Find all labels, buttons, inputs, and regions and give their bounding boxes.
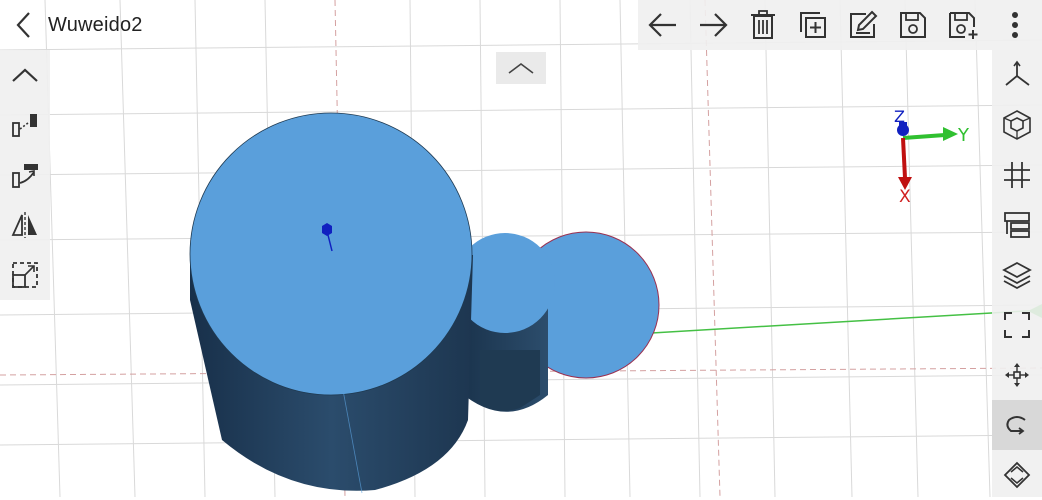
arrow-right-icon [700, 13, 728, 37]
redo-button[interactable] [688, 0, 738, 50]
mirror-button[interactable] [0, 200, 50, 250]
right-toolbar [992, 50, 1042, 497]
edit-button[interactable] [838, 0, 888, 50]
save-as-icon [949, 12, 978, 39]
gizmo-x-label: X [899, 187, 911, 207]
zoom-icon [1003, 461, 1031, 489]
fit-view-button[interactable] [992, 300, 1042, 350]
save-as-button[interactable] [938, 0, 988, 50]
grid-button[interactable] [992, 150, 1042, 200]
gizmo-z-label: Z [894, 107, 905, 126]
chevron-up-icon [12, 68, 38, 82]
scale-icon [12, 262, 38, 288]
copy-add-icon [800, 12, 826, 38]
chevron-left-icon [16, 12, 30, 38]
save-button[interactable] [888, 0, 938, 50]
delete-button[interactable] [738, 0, 788, 50]
zoom-button[interactable] [992, 450, 1042, 500]
view-cube-button[interactable] [992, 100, 1042, 150]
edit-icon [850, 10, 878, 38]
scale-button[interactable] [0, 250, 50, 300]
rotate-button[interactable] [992, 400, 1042, 450]
panel-icon [1004, 212, 1030, 238]
layers-button[interactable] [992, 250, 1042, 300]
sweep-icon [12, 164, 38, 188]
header: Wuweido2 [0, 0, 400, 50]
duplicate-button[interactable] [788, 0, 838, 50]
extrude-button[interactable] [0, 100, 50, 150]
cylinder-large[interactable] [189, 112, 473, 494]
layers-icon [1002, 261, 1032, 290]
collapse-panel-button[interactable] [496, 52, 546, 84]
extrude-icon [12, 114, 37, 137]
arrow-left-icon [648, 13, 676, 37]
document-title: Wuweido2 [48, 13, 143, 36]
more-button[interactable] [988, 0, 1042, 50]
sweep-button[interactable] [0, 150, 50, 200]
left-toolbar [0, 50, 50, 300]
undo-button[interactable] [638, 0, 688, 50]
axes-icon [1005, 60, 1030, 86]
move-icon [1005, 363, 1029, 387]
view-cube-icon [1003, 110, 1031, 140]
back-button[interactable] [0, 0, 48, 50]
gizmo-y-label: Y [957, 125, 970, 146]
axes-button[interactable] [992, 50, 1042, 100]
pan-button[interactable] [992, 350, 1042, 400]
grid-icon [1004, 162, 1030, 188]
chevron-up-icon [508, 63, 534, 74]
more-vertical-icon [1012, 12, 1018, 38]
mirror-icon [11, 212, 37, 238]
rotate-icon [1006, 416, 1026, 435]
top-toolbar [638, 0, 1042, 50]
fullscreen-icon [1004, 312, 1030, 338]
collapse-left-button[interactable] [0, 50, 50, 100]
layers-panel-button[interactable] [992, 200, 1042, 250]
trash-icon [751, 10, 775, 39]
save-icon [900, 12, 926, 38]
